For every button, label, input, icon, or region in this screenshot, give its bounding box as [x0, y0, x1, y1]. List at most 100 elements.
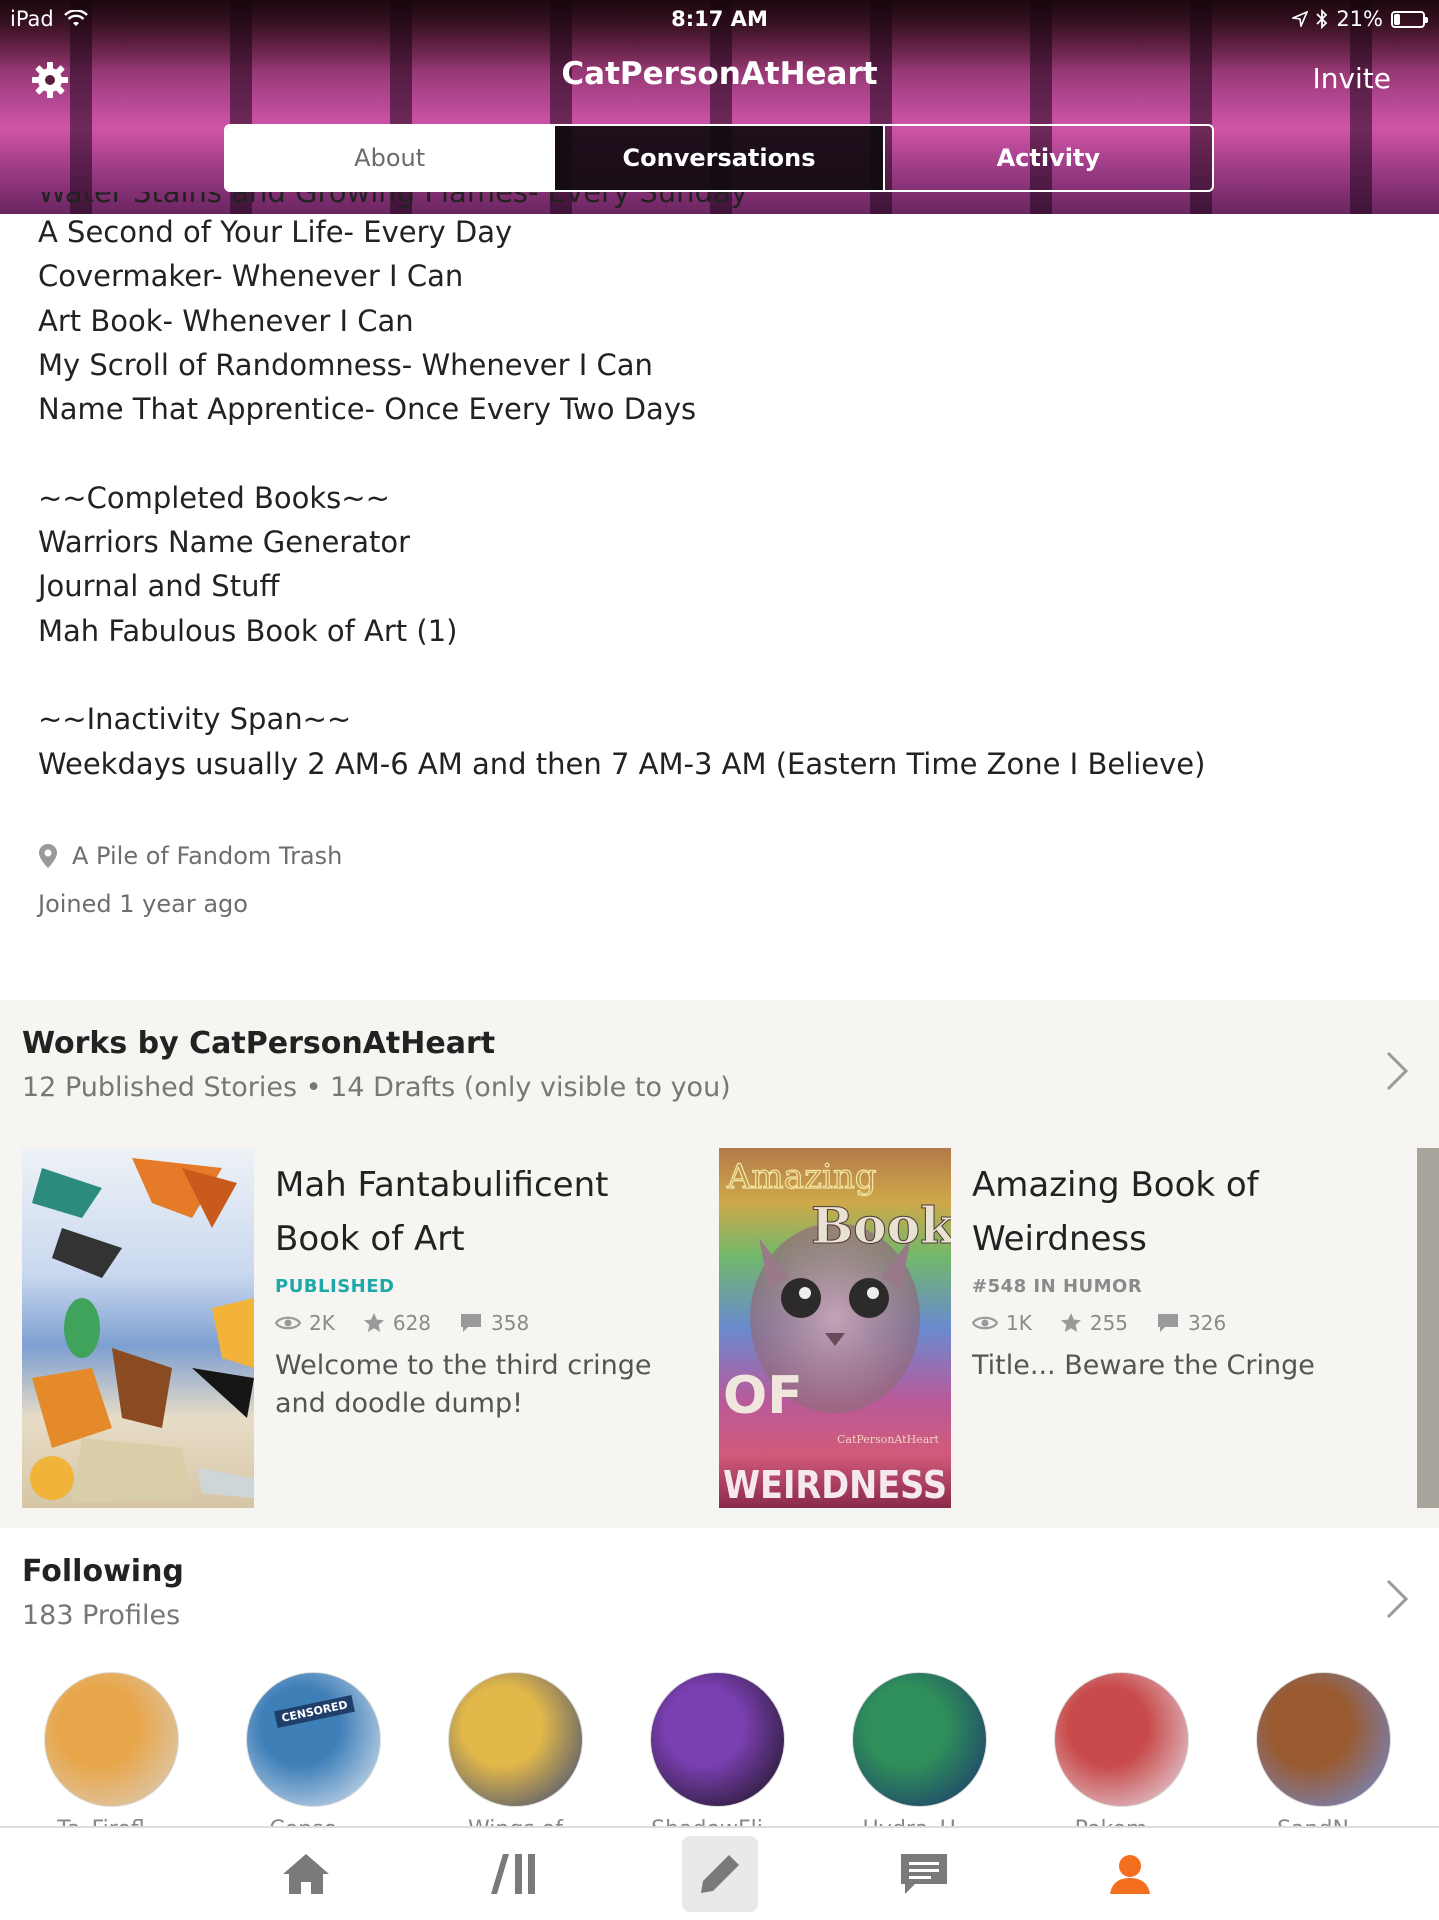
comment-icon [1158, 1314, 1179, 1332]
pencil-icon [701, 1855, 739, 1893]
avatar[interactable] [852, 1672, 987, 1807]
star-icon [363, 1313, 384, 1332]
library-icon [491, 1854, 535, 1894]
following-subtitle: 183 Profiles [22, 1600, 181, 1631]
tab-conversations[interactable]: Conversations [555, 126, 885, 190]
chevron-right-icon[interactable] [1385, 1578, 1409, 1620]
avatar[interactable] [448, 1672, 583, 1807]
chevron-right-icon[interactable] [1385, 1050, 1409, 1092]
votes-count: 255 [1089, 1311, 1129, 1335]
story-description: Title... Beware the Cringe [972, 1350, 1315, 1381]
nav-messages[interactable] [886, 1836, 962, 1912]
location-pin-icon [39, 844, 57, 868]
story-stats: 1K 255 326 [972, 1311, 1352, 1335]
avatar[interactable] [44, 1672, 179, 1807]
comments-count: 326 [1188, 1311, 1227, 1335]
avatar-badge: CENSORED [274, 1694, 356, 1729]
following-avatar-item[interactable]: Pokem... [1054, 1672, 1189, 1827]
following-title[interactable]: Following [22, 1554, 184, 1589]
nav-profile[interactable] [1092, 1836, 1168, 1912]
star-icon [1060, 1313, 1081, 1332]
story-cover-art: Amazing Book OF CatPersonAtHeart WEIRDNE… [719, 1148, 951, 1508]
story-card[interactable]: Amazing Book OF CatPersonAtHeart WEIRDNE… [719, 1148, 1399, 1508]
story-cover[interactable] [22, 1148, 254, 1508]
nav-library[interactable] [476, 1836, 552, 1912]
about-line: ~~Inactivity Span~~ [38, 702, 352, 737]
following-avatars: Ta_Firefl... CENSOREDCenso... Wings of Fir… [44, 1672, 1391, 1827]
home-icon [283, 1854, 329, 1894]
cover-author: CatPersonAtHeart [837, 1433, 940, 1446]
about-lines: A Second of Your Life- Every Day Covermak… [38, 210, 1418, 786]
about-line: My Scroll of Randomness- Whenever I Can [38, 347, 653, 382]
story-title[interactable]: Amazing Book of Weirdness [972, 1158, 1352, 1266]
about-cut-line: Water Stains and Growing Flames- Every S… [38, 192, 748, 209]
about-spacer [38, 653, 1418, 697]
about-line: Name That Apprentice- Once Every Two Day… [38, 392, 697, 427]
comments-count: 358 [491, 1311, 530, 1335]
tab-about[interactable]: About [226, 126, 556, 190]
avatar[interactable] [1256, 1672, 1391, 1807]
about-description: Water Stains and Growing Flames- Every S… [38, 192, 1418, 786]
following-avatar-item[interactable]: Hydra_H... [852, 1672, 987, 1827]
profile-icon [1110, 1855, 1150, 1894]
profile-meta: A Pile of Fandom Trash Joined 1 year ago [38, 842, 342, 918]
avatar[interactable] [650, 1672, 785, 1807]
following-avatar-item[interactable]: SandN... [1256, 1672, 1391, 1827]
works-subtitle: 12 Published Stories • 14 Drafts (only v… [22, 1072, 731, 1103]
story-cover-art [22, 1148, 254, 1508]
story-status: PUBLISHED [275, 1276, 395, 1297]
status-right: 21% [1292, 7, 1428, 31]
comment-icon [461, 1314, 482, 1332]
story-title[interactable]: Mah Fantabulificent Book of Art [275, 1158, 655, 1266]
eye-icon [275, 1316, 301, 1330]
following-avatar-item[interactable]: CENSOREDCenso... [246, 1672, 381, 1827]
following-section: Following 183 Profiles Ta_Firefl... CENSO… [0, 1528, 1439, 1828]
story-info: Amazing Book of Weirdness #548 IN HUMOR … [972, 1158, 1352, 1385]
about-line: Warriors Name Generator [38, 525, 411, 560]
profile-username: CatPersonAtHeart [561, 56, 878, 92]
cover-title-top: Amazing [726, 1157, 877, 1197]
following-avatar-item[interactable]: Ta_Firefl... [44, 1672, 179, 1827]
next-story-peek[interactable] [1417, 1148, 1439, 1508]
story-description: Welcome to the third cringe and doodle d… [275, 1350, 652, 1419]
invite-button[interactable]: Invite [1312, 62, 1391, 95]
story-rank: #548 IN HUMOR [972, 1276, 1143, 1297]
reads-count: 1K [1006, 1311, 1032, 1335]
story-card[interactable]: Mah Fantabulificent Book of Art PUBLISHE… [22, 1148, 682, 1508]
nav-write[interactable] [682, 1836, 758, 1912]
profile-tabs: About Conversations Activity [224, 124, 1214, 192]
battery-icon [1391, 10, 1428, 28]
cover-title-bottom: WEIRDNESS [723, 1463, 947, 1507]
nav-home[interactable] [268, 1836, 344, 1912]
status-bar: iPad 8:17 AM 21% [0, 0, 1439, 40]
story-cover[interactable]: Amazing Book OF CatPersonAtHeart WEIRDNE… [719, 1148, 951, 1508]
works-section: Works by CatPersonAtHeart 12 Published S… [0, 1000, 1439, 1528]
about-line: Weekdays usually 2 AM-6 AM and then 7 AM… [38, 746, 1206, 781]
about-line: Art Book- Whenever I Can [38, 303, 414, 338]
works-title[interactable]: Works by CatPersonAtHeart [22, 1026, 495, 1061]
story-info: Mah Fantabulificent Book of Art PUBLISHE… [275, 1158, 655, 1423]
joined-text: Joined 1 year ago [38, 890, 248, 918]
about-line: Journal and Stuff [38, 569, 280, 604]
bottom-nav [0, 1826, 1439, 1920]
eye-icon [972, 1316, 998, 1330]
about-line: A Second of Your Life- Every Day [38, 215, 513, 249]
avatar[interactable]: CENSORED [246, 1672, 381, 1807]
inbox-icon [901, 1854, 947, 1894]
battery-percent: 21% [1336, 7, 1383, 31]
votes-count: 628 [392, 1311, 432, 1335]
profile-header: iPad 8:17 AM 21% CatPersonAtHeart Invite… [0, 0, 1439, 214]
bluetooth-icon [1316, 9, 1328, 29]
following-avatar-item[interactable]: Wings of Fir... [448, 1672, 583, 1827]
reads-count: 2K [309, 1311, 335, 1335]
avatar[interactable] [1054, 1672, 1189, 1807]
about-spacer [38, 431, 1418, 475]
about-line: Covermaker- Whenever I Can [38, 259, 464, 294]
tab-activity[interactable]: Activity [885, 126, 1212, 190]
location-arrow-icon [1292, 11, 1309, 27]
about-line: ~~Completed Books~~ [38, 480, 390, 515]
following-avatar-item[interactable]: ShadowFli... [650, 1672, 785, 1827]
location-row: A Pile of Fandom Trash [38, 842, 342, 870]
cover-title-mid: Book [811, 1196, 951, 1255]
story-stats: 2K 628 358 [275, 1311, 655, 1335]
